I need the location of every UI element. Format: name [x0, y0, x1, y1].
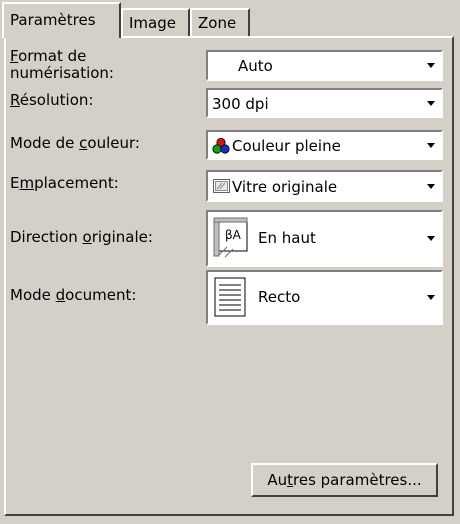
color-mode-value: Couleur pleine	[232, 137, 341, 155]
color-mode-label: Mode de couleur:	[10, 134, 140, 152]
resolution-value: 300 dpi	[212, 95, 269, 113]
format-select[interactable]: Auto	[206, 50, 443, 81]
location-label: Emplacement:	[10, 174, 119, 192]
chevron-down-icon[interactable]	[421, 272, 441, 323]
direction-select[interactable]: βA En haut	[206, 210, 443, 267]
chevron-down-icon[interactable]	[421, 90, 441, 116]
format-value: Auto	[238, 57, 273, 75]
button-label: Autres paramètres...	[267, 471, 422, 489]
other-settings-button[interactable]: Autres paramètres...	[251, 463, 438, 497]
direction-label: Direction originale:	[10, 228, 153, 246]
color-circles-icon	[212, 137, 230, 154]
format-label: Format de numérisation:	[10, 47, 114, 82]
orientation-top-icon: βA	[213, 217, 248, 258]
chevron-down-icon[interactable]	[421, 132, 441, 158]
tab-zone[interactable]: Zone	[190, 8, 250, 36]
doc-mode-label: Mode document:	[10, 286, 137, 304]
resolution-select[interactable]: 300 dpi	[206, 88, 443, 118]
chevron-down-icon[interactable]	[421, 172, 441, 200]
single-sided-icon	[214, 277, 246, 317]
tab-label: Zone	[198, 14, 237, 32]
doc-mode-select[interactable]: Recto	[206, 270, 443, 325]
chevron-down-icon[interactable]	[421, 52, 441, 79]
glass-platen-icon	[213, 179, 230, 193]
svg-text:βA: βA	[225, 228, 242, 242]
location-select[interactable]: Vitre originale	[206, 170, 443, 202]
doc-mode-value: Recto	[258, 288, 301, 306]
tab-parametres[interactable]: Paramètres	[2, 2, 121, 38]
tab-label: Image	[129, 14, 176, 32]
direction-value: En haut	[258, 229, 316, 247]
resolution-label: Résolution:	[10, 91, 94, 109]
location-value: Vitre originale	[232, 178, 338, 196]
color-mode-select[interactable]: Couleur pleine	[206, 130, 443, 160]
tab-image[interactable]: Image	[121, 8, 190, 36]
chevron-down-icon[interactable]	[421, 212, 441, 265]
tab-label: Paramètres	[10, 11, 96, 29]
tab-strip: Paramètres Image Zone	[0, 0, 460, 38]
